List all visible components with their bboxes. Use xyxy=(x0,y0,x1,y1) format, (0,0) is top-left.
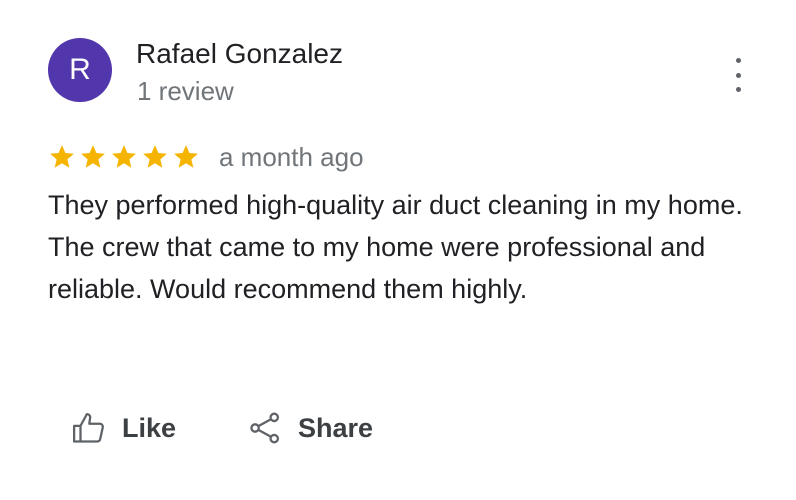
star-icon xyxy=(81,145,105,168)
share-label: Share xyxy=(298,412,374,443)
like-label: Like xyxy=(122,412,177,443)
review-count: 1 review xyxy=(137,76,234,106)
review-text: They performed high-quality air duct cle… xyxy=(48,190,743,304)
like-button[interactable]: Like xyxy=(72,411,176,445)
star-icon xyxy=(174,145,198,168)
avatar[interactable]: R xyxy=(48,38,112,102)
rating-row: a month ago xyxy=(48,140,364,174)
avatar-letter: R xyxy=(69,53,91,86)
more-vert-icon[interactable] xyxy=(724,58,752,92)
star-icon xyxy=(50,145,74,168)
author-name[interactable]: Rafael Gonzalez xyxy=(136,38,343,70)
review-card: R Rafael Gonzalez 1 review a month ago T… xyxy=(0,0,796,500)
menu-dot xyxy=(735,58,741,63)
menu-dot xyxy=(735,72,741,78)
thumbs-up-icon xyxy=(72,412,104,443)
review-date: a month ago xyxy=(219,141,364,172)
share-button[interactable]: Share xyxy=(248,411,373,445)
review-actions: Like Share xyxy=(72,406,373,450)
share-icon xyxy=(250,412,280,444)
star-rating xyxy=(48,143,203,171)
menu-dot xyxy=(735,87,741,92)
star-icon xyxy=(112,145,136,168)
star-icon xyxy=(143,145,167,168)
